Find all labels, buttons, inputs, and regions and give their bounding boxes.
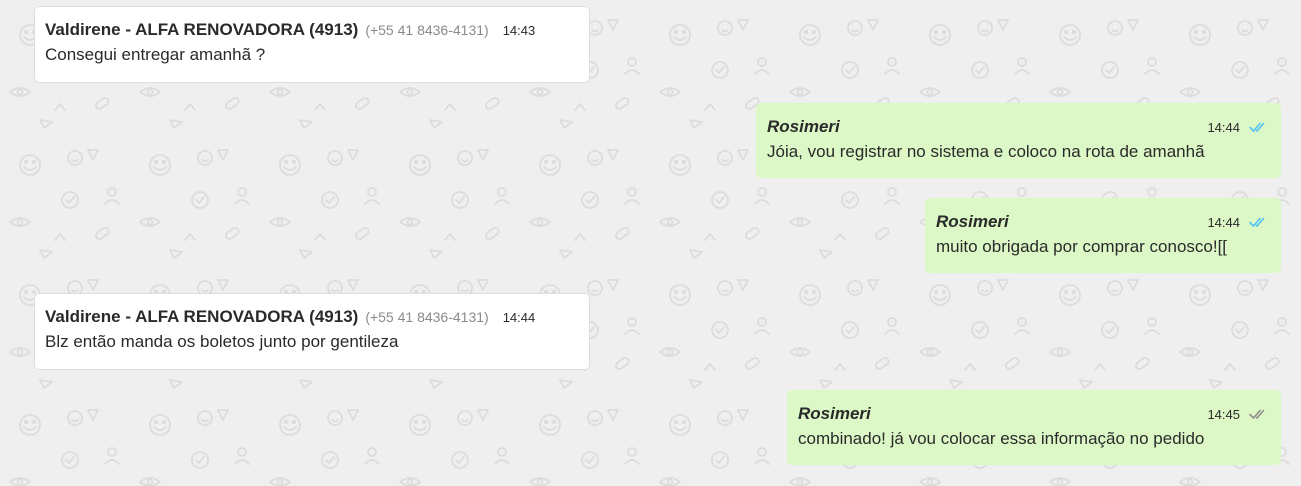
message-text: combinado! já vou colocar essa informaçã… [798, 429, 1205, 448]
incoming-message-bubble[interactable]: Valdirene - ALFA RENOVADORA (4913) (+55 … [34, 293, 590, 370]
sender-name: Valdirene - ALFA RENOVADORA (4913) [45, 307, 359, 326]
double-check-read-icon [1249, 122, 1265, 132]
message-time: 14:44 [502, 309, 536, 325]
message-text: Jóia, vou registrar no sistema e coloco … [767, 142, 1205, 161]
message-header: Rosimeri 14:44 [936, 211, 1269, 233]
message-time: 14:44 [1207, 119, 1240, 135]
incoming-message-bubble[interactable]: Valdirene - ALFA RENOVADORA (4913) (+55 … [34, 6, 590, 83]
sender-phone: (+55 41 8436-4131) [365, 309, 489, 325]
sender-name: Rosimeri [798, 404, 871, 423]
sender-name: Rosimeri [936, 212, 1009, 231]
double-check-delivered-icon [1249, 409, 1265, 419]
message-header: Rosimeri 14:44 [767, 116, 1269, 138]
double-check-read-icon [1249, 217, 1265, 227]
message-header: Rosimeri 14:45 [798, 403, 1269, 425]
outgoing-message-bubble[interactable]: Rosimeri 14:45 combinado! já vou colocar… [787, 390, 1281, 465]
message-text: Blz então manda os boletos junto por gen… [45, 332, 399, 351]
message-time: 14:43 [502, 22, 536, 38]
outgoing-message-bubble[interactable]: Rosimeri 14:44 muito obrigada por compra… [925, 198, 1281, 273]
sender-name: Valdirene - ALFA RENOVADORA (4913) [45, 20, 359, 39]
message-time: 14:45 [1207, 406, 1240, 422]
outgoing-message-bubble[interactable]: Rosimeri 14:44 Jóia, vou registrar no si… [756, 103, 1281, 178]
message-time: 14:44 [1207, 214, 1240, 230]
message-header: Valdirene - ALFA RENOVADORA (4913) (+55 … [45, 19, 579, 41]
sender-name: Rosimeri [767, 117, 840, 136]
message-text: Consegui entregar amanhã ? [45, 45, 266, 64]
sender-phone: (+55 41 8436-4131) [365, 22, 489, 38]
message-header: Valdirene - ALFA RENOVADORA (4913) (+55 … [45, 306, 579, 328]
message-text: muito obrigada por comprar conosco![[ [936, 237, 1228, 256]
